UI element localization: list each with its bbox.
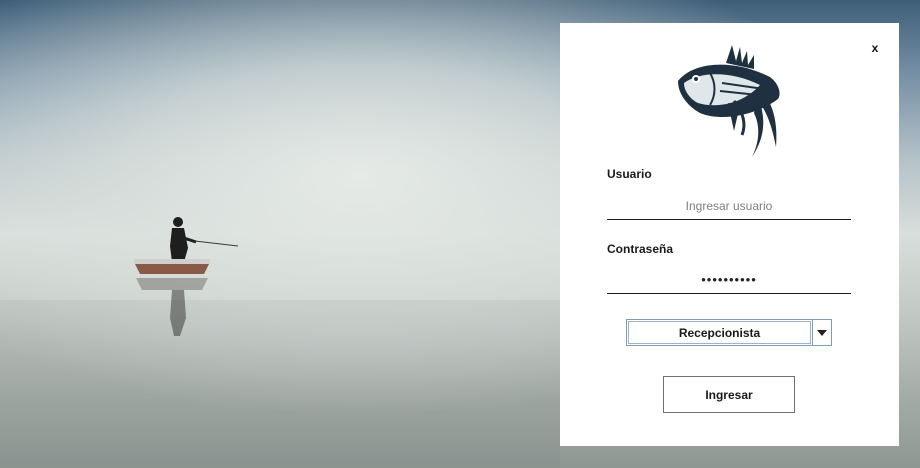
password-label: Contraseña xyxy=(607,242,674,256)
username-input[interactable] xyxy=(607,193,851,220)
login-panel: x Usuario Contraseña •••••••••• Recepcio… xyxy=(560,23,899,446)
submit-button[interactable]: Ingresar xyxy=(663,376,795,413)
username-label: Usuario xyxy=(607,167,652,181)
role-dropdown-button[interactable] xyxy=(812,320,831,345)
close-button[interactable]: x xyxy=(868,41,882,57)
caret-down-icon xyxy=(817,329,827,336)
password-input[interactable]: •••••••••• xyxy=(607,267,851,294)
tuna-fish-icon xyxy=(678,45,780,157)
role-select[interactable]: Recepcionista xyxy=(626,319,832,346)
role-select-value: Recepcionista xyxy=(628,321,811,344)
